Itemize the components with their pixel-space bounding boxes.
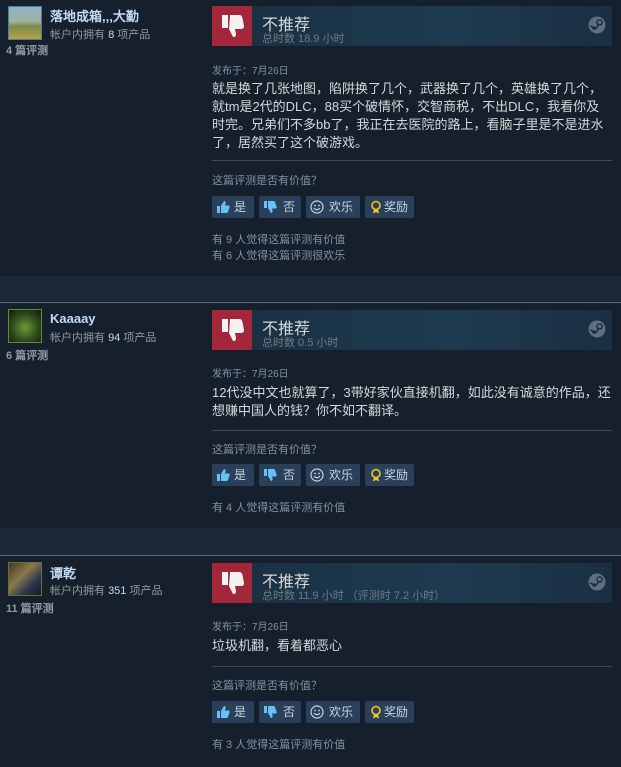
vote-yes-label: 是 [234,200,247,214]
products-owned: 帐户内拥有 351 项产品 [50,585,163,597]
thumbs-down-icon [212,310,252,350]
divider [212,666,612,667]
helpful-count-line: 有 3 人觉得这篇评测有价值 [212,739,346,751]
review-card: 落地成箱,,,大勤 帐户内拥有 8 项产品 4 篇评测 不推荐 总时数 18.9… [0,0,621,276]
steam-logo-icon [588,320,606,338]
review-card: Kaaaay 帐户内拥有 94 项产品 6 篇评测 不推荐 总时数 0.5 小时… [0,303,621,528]
award-icon [371,705,381,719]
vote-yes-button[interactable]: 是 [212,701,254,723]
review-content: 12代没中文也就算了，3带好家伙直接机翻，如此没有诚意的作品，还想赚中国人的钱？… [212,385,611,418]
avatar[interactable] [8,6,42,40]
award-button[interactable]: 奖励 [365,196,414,218]
hours-played: 总时数 0.5 小时 [262,337,339,349]
review-count[interactable]: 11 篇评测 [6,600,54,616]
vote-no-button[interactable]: 否 [259,701,301,723]
award-label: 奖励 [384,705,409,719]
helpful-count-line: 有 9 人觉得这篇评测有价值 [212,234,346,246]
funny-count-line: 有 6 人觉得这篇评测很欢乐 [212,250,346,262]
verdict-bar[interactable]: 不推荐 总时数 11.9 小时 （评测时 7.2 小时） [212,563,612,603]
award-icon [371,200,381,214]
award-icon [371,468,381,482]
vote-funny-label: 欢乐 [329,200,354,214]
vote-yes-button[interactable]: 是 [212,196,254,218]
helpful-count-line: 有 4 人觉得这篇评测有价值 [212,502,346,514]
vote-no-label: 否 [283,705,296,719]
vote-yes-label: 是 [234,705,247,719]
award-label: 奖励 [384,200,409,214]
vote-funny-button[interactable]: 欢乐 [306,701,360,723]
thumbs-down-icon [212,563,252,603]
helpful-counts: 有 9 人觉得这篇评测有价值 有 6 人觉得这篇评测很欢乐 [212,232,345,264]
vote-no-button[interactable]: 否 [259,464,301,486]
smiley-icon [310,200,324,214]
thumbs-up-icon [217,706,230,718]
username[interactable]: 落地成箱,,,大勤 [50,6,139,25]
review-content: 垃圾机翻，看着都恶心 [212,638,343,653]
posted-date: 发布于：7月26日 [212,66,289,77]
smiley-icon [310,468,324,482]
vote-no-label: 否 [283,468,296,482]
username[interactable]: Kaaaay [50,311,96,326]
divider [212,160,612,161]
review-count[interactable]: 6 篇评测 [6,347,48,363]
vote-no-button[interactable]: 否 [259,196,301,218]
helpful-question: 这篇评测是否有价值？ [212,444,322,456]
vote-funny-button[interactable]: 欢乐 [306,196,360,218]
thumbs-down-small-icon [264,201,277,213]
verdict-bar[interactable]: 不推荐 总时数 0.5 小时 [212,310,612,350]
vote-funny-label: 欢乐 [329,468,354,482]
posted-date: 发布于：7月26日 [212,622,289,633]
award-button[interactable]: 奖励 [365,701,414,723]
helpful-question: 这篇评测是否有价值？ [212,175,322,187]
products-owned: 帐户内拥有 8 项产品 [50,29,151,41]
username[interactable]: 谭乾 [50,563,76,582]
products-owned: 帐户内拥有 94 项产品 [50,332,157,344]
verdict-bar[interactable]: 不推荐 总时数 18.9 小时 [212,6,612,46]
hours-played: 总时数 11.9 小时 （评测时 7.2 小时） [262,590,446,602]
vote-yes-button[interactable]: 是 [212,464,254,486]
vote-yes-label: 是 [234,468,247,482]
thumbs-down-icon [212,6,252,46]
thumbs-down-small-icon [264,469,277,481]
thumbs-down-small-icon [264,706,277,718]
steam-logo-icon [588,573,606,591]
review-card: 谭乾 帐户内拥有 351 项产品 11 篇评测 不推荐 总时数 11.9 小时 … [0,556,621,767]
helpful-counts: 有 4 人觉得这篇评测有价值 [212,500,345,516]
smiley-icon [310,705,324,719]
avatar[interactable] [8,309,42,343]
posted-date: 发布于：7月26日 [212,369,289,380]
helpful-question: 这篇评测是否有价值？ [212,680,322,692]
steam-logo-icon [588,16,606,34]
review-content: 就是换了几张地图，陷阱换了几个，武器换了几个，英雄换了几个，就tm是2代的DLC… [212,81,604,150]
vote-funny-label: 欢乐 [329,705,354,719]
award-button[interactable]: 奖励 [365,464,414,486]
avatar[interactable] [8,562,42,596]
thumbs-up-icon [217,201,230,213]
divider [212,430,612,431]
helpful-counts: 有 3 人觉得这篇评测有价值 [212,737,345,753]
award-label: 奖励 [384,468,409,482]
review-count[interactable]: 4 篇评测 [6,42,48,58]
vote-funny-button[interactable]: 欢乐 [306,464,360,486]
thumbs-up-icon [217,469,230,481]
hours-played: 总时数 18.9 小时 [262,33,345,45]
vote-no-label: 否 [283,200,296,214]
